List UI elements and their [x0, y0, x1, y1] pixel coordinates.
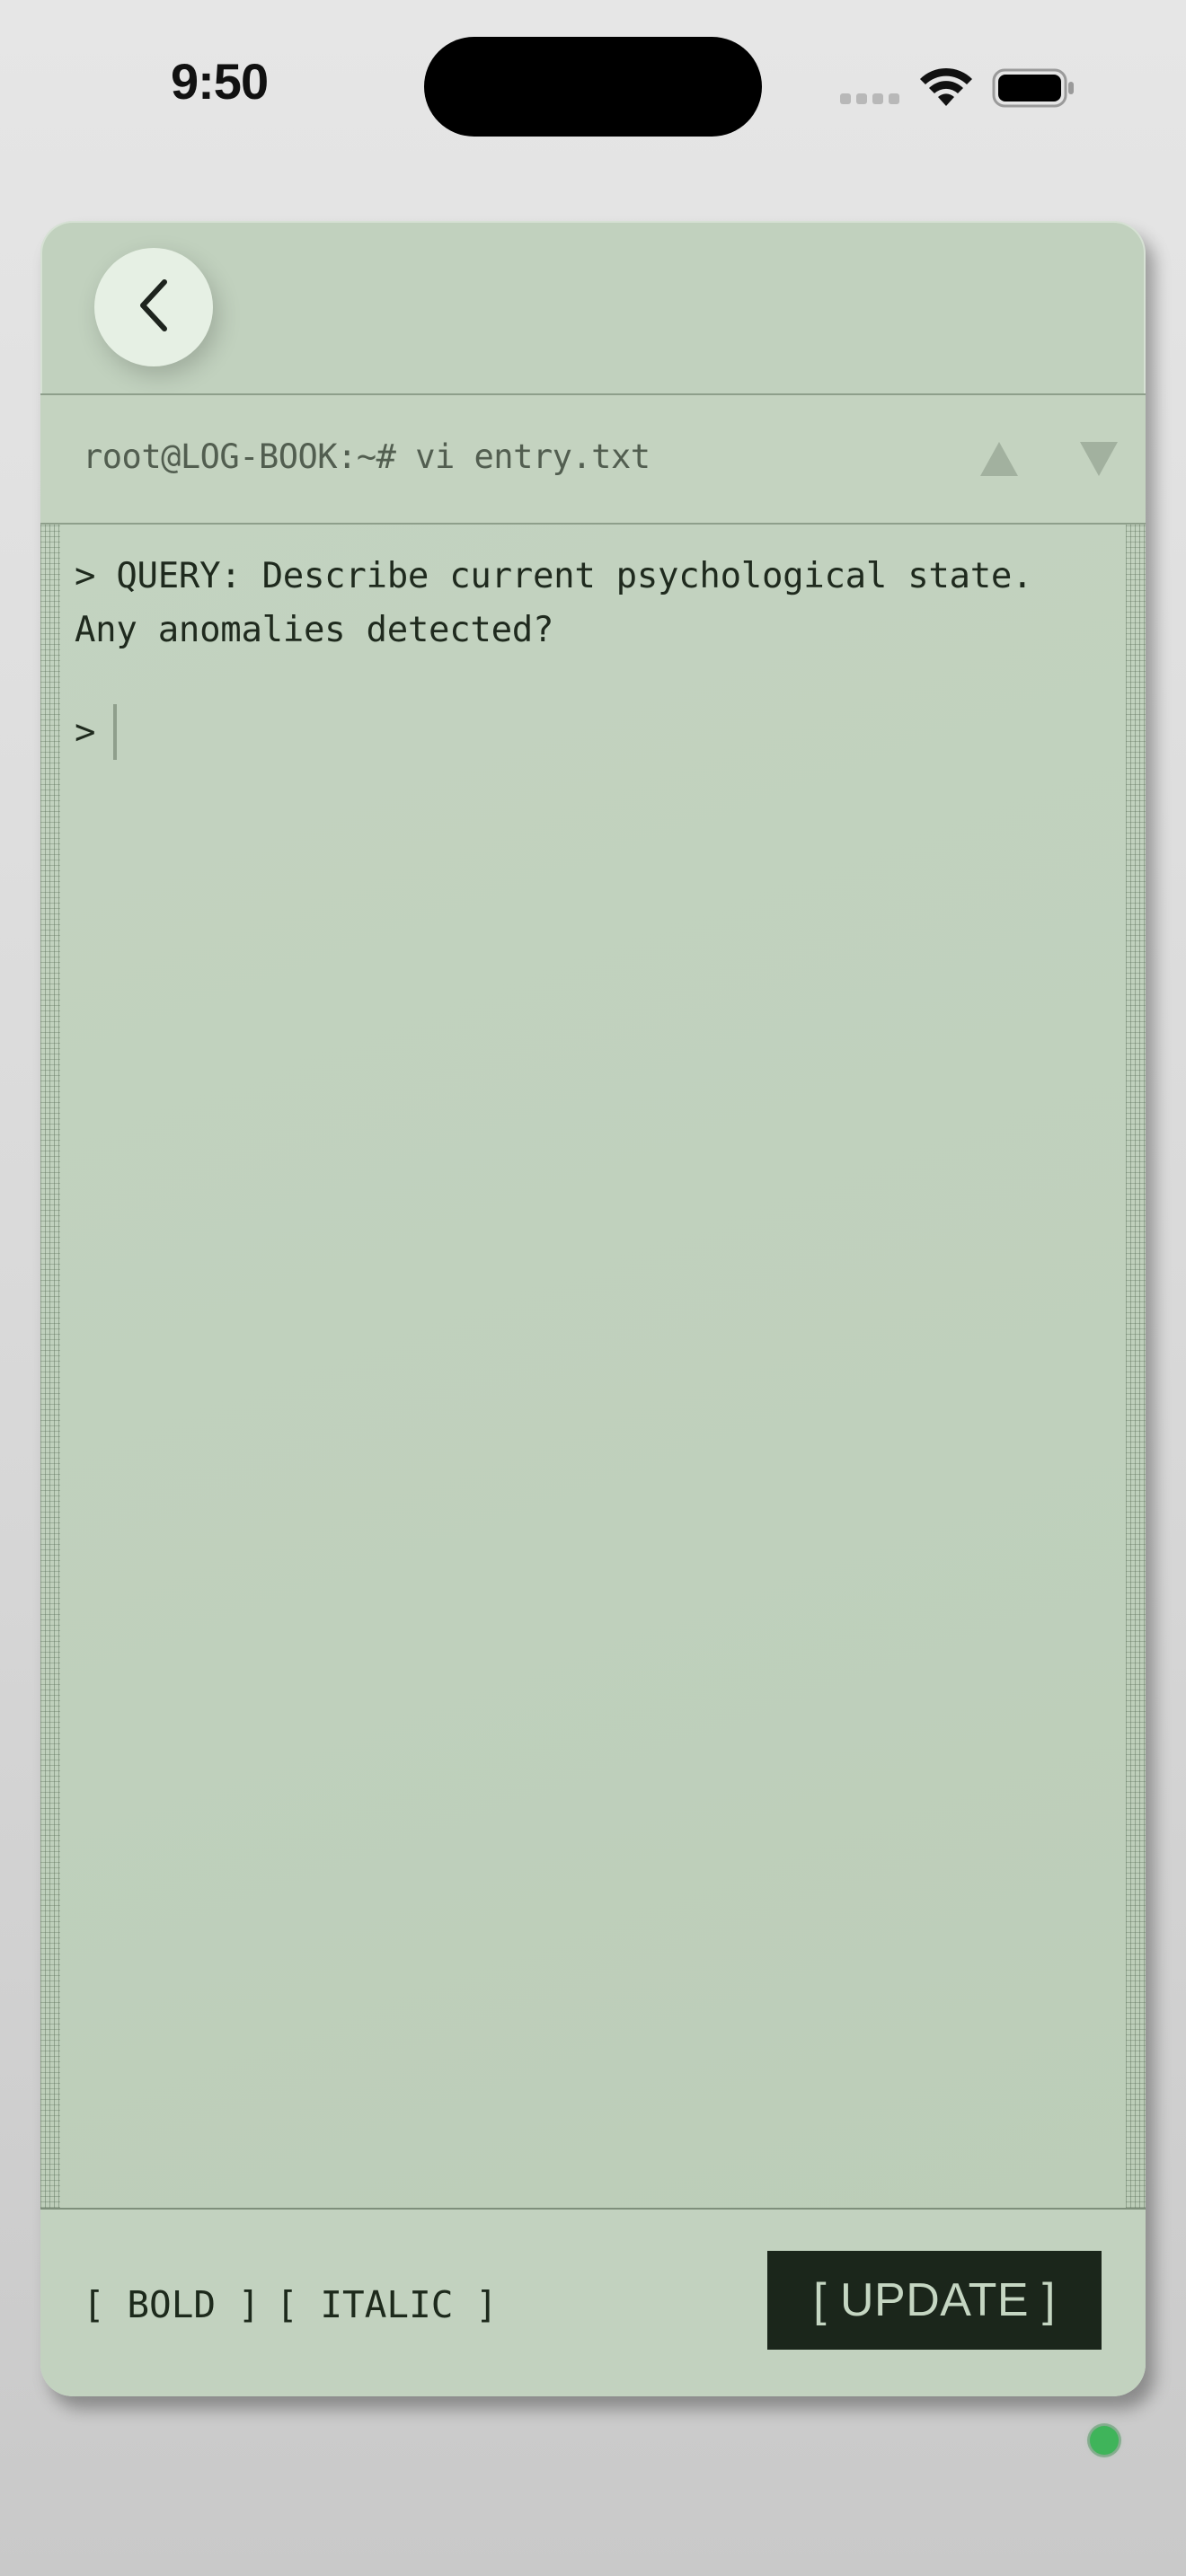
- bold-button[interactable]: [ BOLD ]: [83, 2283, 260, 2326]
- status-bar: 9:50: [0, 0, 1186, 171]
- scroll-up-button[interactable]: [978, 440, 1020, 478]
- logbook-card: root@LOG-BOOK:~# vi entry.txt > QUERY: D…: [40, 221, 1146, 2396]
- triangle-up-icon: [978, 442, 1020, 481]
- status-led: [1090, 2426, 1119, 2455]
- editor-toolbar: [ BOLD ] [ ITALIC ] [ UPDATE ]: [40, 2208, 1146, 2396]
- terminal-header: root@LOG-BOOK:~# vi entry.txt: [40, 393, 1146, 525]
- chevron-left-icon: [134, 277, 173, 339]
- signal-icon: [840, 93, 901, 106]
- edge-pattern: [40, 525, 60, 2208]
- update-button[interactable]: [ UPDATE ]: [767, 2251, 1102, 2350]
- status-time: 9:50: [171, 53, 269, 110]
- triangle-down-icon: [1078, 442, 1120, 481]
- scroll-down-button[interactable]: [1078, 440, 1120, 478]
- wifi-icon: [918, 66, 974, 110]
- text-cursor: [113, 704, 118, 760]
- italic-button[interactable]: [ ITALIC ]: [276, 2283, 498, 2326]
- text-editor[interactable]: > QUERY: Describe current psychological …: [40, 525, 1146, 2208]
- battery-icon: [992, 66, 1076, 110]
- input-line[interactable]: >: [75, 704, 118, 760]
- command-line: root@LOG-BOOK:~# vi entry.txt: [83, 437, 651, 476]
- input-prompt: >: [75, 711, 96, 753]
- back-button[interactable]: [94, 248, 213, 366]
- dynamic-island: [424, 37, 762, 137]
- query-text: > QUERY: Describe current psychological …: [75, 556, 1033, 650]
- edge-pattern: [1126, 525, 1146, 2208]
